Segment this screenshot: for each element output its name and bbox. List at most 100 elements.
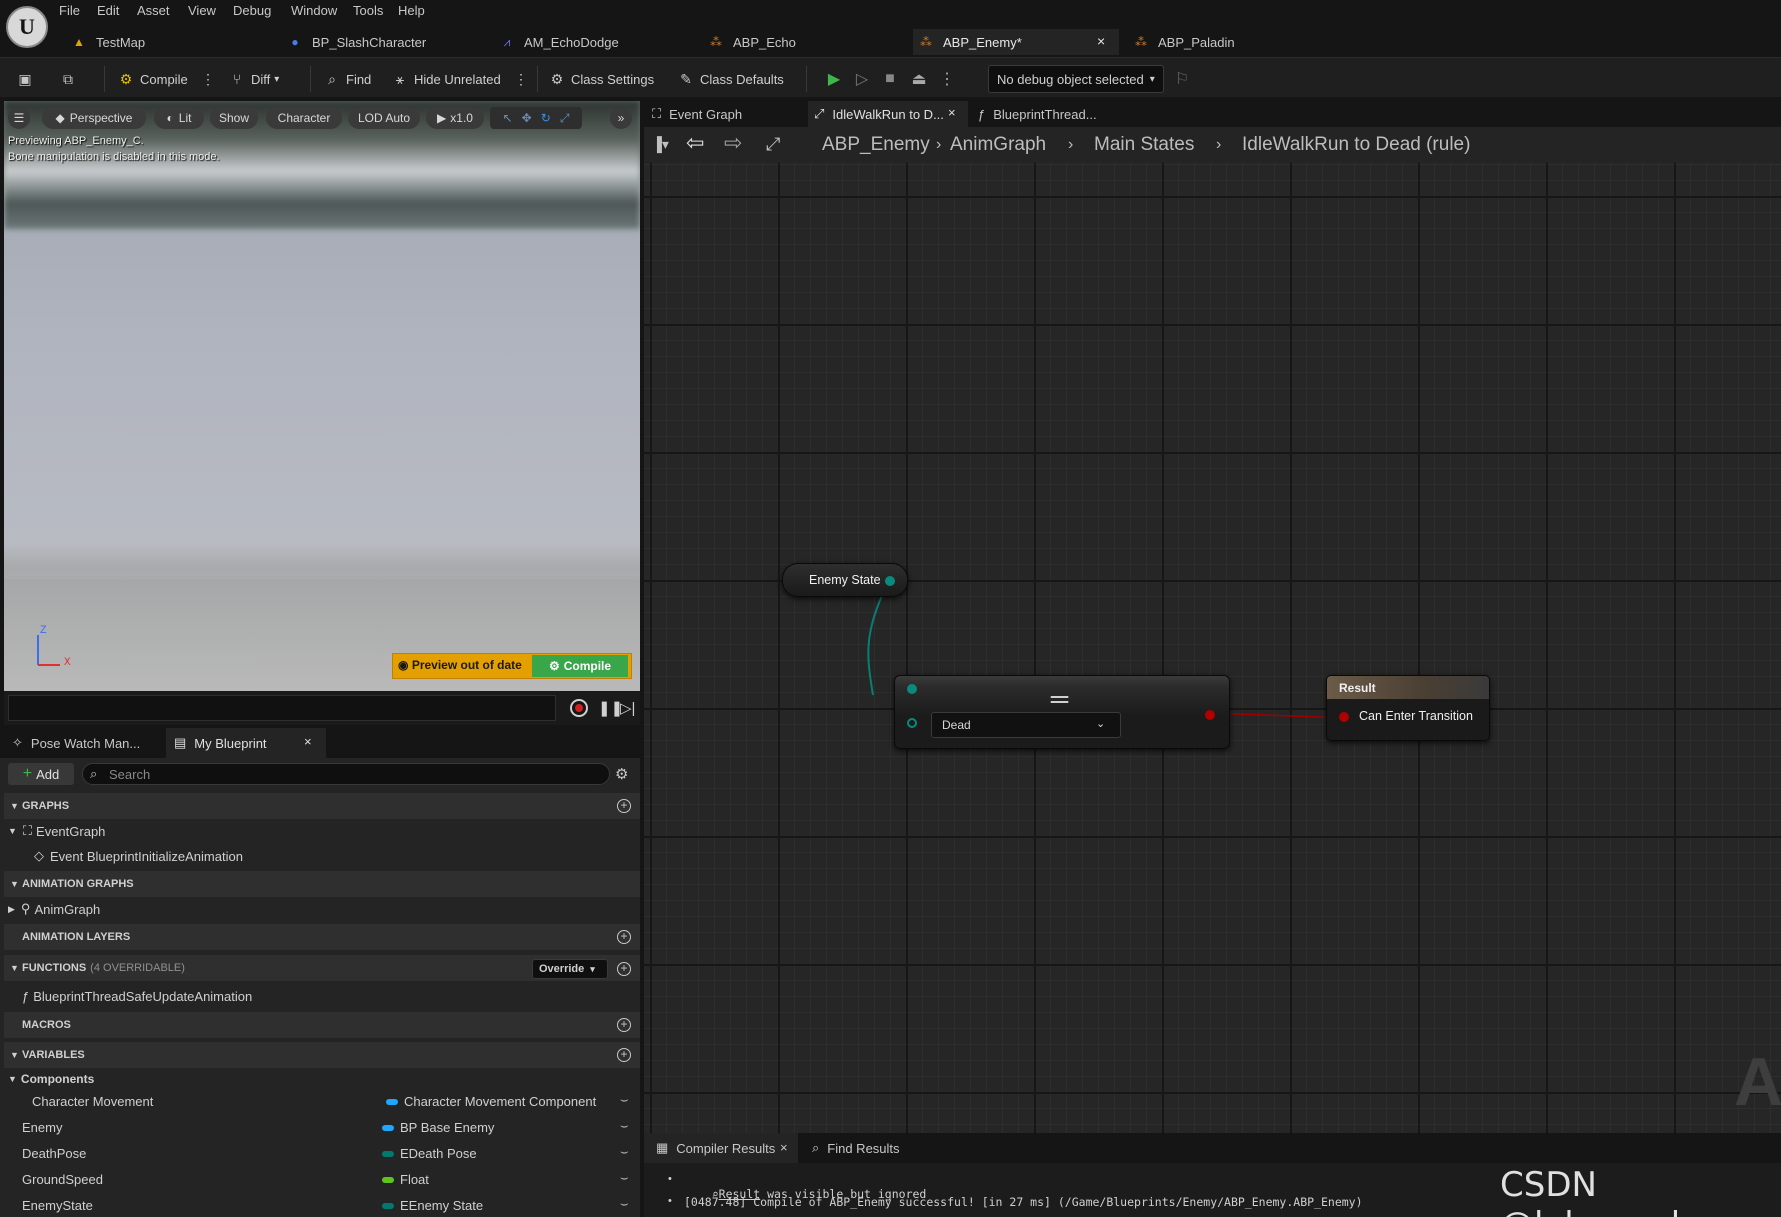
menu-view[interactable]: View <box>188 3 216 23</box>
tab-event-graph[interactable]: ⛶ Event Graph <box>646 101 806 127</box>
tree-item-animgraph[interactable]: ▶ ⚲ AnimGraph <box>8 897 100 921</box>
tree-item-components[interactable]: ▼ Components <box>8 1067 94 1091</box>
transform-tools[interactable]: ↖ ✥ ↻ ⤢ <box>490 107 582 129</box>
tab-blueprint-thread[interactable]: ƒ BlueprintThread... <box>972 101 1132 127</box>
tab-idlewalkrun-rule[interactable]: ⤢ IdleWalkRun to D... × <box>808 101 968 127</box>
tree-item-function[interactable]: ƒ BlueprintThreadSafeUpdateAnimation <box>22 984 252 1008</box>
graph-canvas[interactable]: Enemy State == Dead ⌄ Result Can Enter T… <box>644 163 1781 1133</box>
bool-input-pin-icon[interactable] <box>1339 712 1349 722</box>
playback-speed-button[interactable]: ▶ x1.0 <box>426 107 484 129</box>
compile-button[interactable]: ⚙ Compile <box>117 67 188 91</box>
eye-closed-icon[interactable]: ⌣ <box>620 1118 629 1134</box>
variable-type[interactable]: BP Base Enemy <box>382 1120 494 1135</box>
rotate-icon[interactable]: ↻ <box>541 111 551 125</box>
viewport-compile-button[interactable]: ⚙ Compile <box>532 655 628 677</box>
result-node[interactable]: Result Can Enter Transition <box>1326 675 1490 741</box>
preview-viewport[interactable]: ☰ ◆ Perspective ◐ Lit Show Character LOD A… <box>4 101 640 691</box>
character-button[interactable]: Character <box>266 107 342 129</box>
class-defaults-button[interactable]: ✎ Class Defaults <box>677 67 784 91</box>
tab-abp-enemy[interactable]: ⁂ ABP_Enemy* × <box>913 29 1119 55</box>
gear-icon[interactable]: ⚙ <box>615 765 628 783</box>
record-button[interactable] <box>570 699 588 717</box>
hide-unrelated-options-button[interactable]: ⋮ <box>512 67 535 91</box>
section-animation-layers[interactable]: ANIMATION LAYERS <box>4 924 640 950</box>
play-options-icon[interactable]: ⋮ <box>935 67 959 91</box>
add-variable-icon[interactable]: + <box>617 1048 631 1062</box>
add-macro-icon[interactable]: + <box>617 1018 631 1032</box>
menu-debug[interactable]: Debug <box>233 3 271 23</box>
find-button[interactable]: ⌕ Find <box>323 67 371 91</box>
tab-bp-slashcharacter[interactable]: ● BP_SlashCharacter <box>282 29 488 55</box>
play-icon[interactable]: ▶ <box>822 67 846 91</box>
close-icon[interactable]: × <box>1097 33 1105 49</box>
variable-row[interactable]: Enemy <box>22 1115 62 1139</box>
variable-type[interactable]: Float <box>382 1172 429 1187</box>
enum-input-pin-icon[interactable] <box>907 718 917 728</box>
add-button[interactable]: + Add <box>8 763 74 785</box>
debug-filter-icon[interactable]: ⚐ <box>1170 67 1194 91</box>
timeline-scrubber[interactable] <box>8 695 556 721</box>
section-graphs[interactable]: ▼ GRAPHS <box>4 793 640 819</box>
back-arrow-icon[interactable]: ⇦ <box>686 130 704 156</box>
breadcrumb-item[interactable]: Main States <box>1094 134 1194 156</box>
menu-file[interactable]: File <box>59 3 80 23</box>
stop-icon[interactable]: ■ <box>878 67 902 91</box>
lod-button[interactable]: LOD Auto <box>348 107 420 129</box>
eye-closed-icon[interactable]: ⌣ <box>620 1092 629 1108</box>
browse-button[interactable]: ⧉ <box>59 67 82 91</box>
enum-output-pin-icon[interactable] <box>885 576 895 586</box>
eye-closed-icon[interactable]: ⌣ <box>620 1144 629 1160</box>
equal-enum-node[interactable]: == Dead ⌄ <box>894 675 1230 749</box>
scale-icon[interactable]: ⤢ <box>560 111 570 126</box>
class-settings-button[interactable]: ⚙ Class Settings <box>548 67 654 91</box>
variable-type[interactable]: EDeath Pose <box>382 1146 477 1161</box>
variable-row[interactable]: Character Movement <box>32 1089 153 1113</box>
forward-arrow-icon[interactable]: ⇨ <box>724 130 742 156</box>
hide-unrelated-button[interactable]: ⚹ Hide Unrelated <box>391 67 501 91</box>
tab-am-echododge[interactable]: ⩘ AM_EchoDodge <box>494 29 700 55</box>
tab-testmap[interactable]: ▲ TestMap <box>66 29 276 55</box>
breadcrumb-item[interactable]: AnimGraph <box>950 134 1046 156</box>
section-animation-graphs[interactable]: ▼ ANIMATION GRAPHS <box>4 871 640 897</box>
add-graph-icon[interactable]: + <box>617 799 631 813</box>
add-layer-icon[interactable]: + <box>617 930 631 944</box>
enum-input-pin-icon[interactable] <box>907 684 917 694</box>
add-function-icon[interactable]: + <box>617 962 631 976</box>
menu-tools[interactable]: Tools <box>353 3 383 23</box>
enum-value-dropdown[interactable]: Dead ⌄ <box>931 712 1121 738</box>
variable-row[interactable]: GroundSpeed <box>22 1167 103 1191</box>
select-icon[interactable]: ↖ <box>503 111 513 125</box>
section-macros[interactable]: MACROS <box>4 1012 640 1038</box>
perspective-button[interactable]: ◆ Perspective <box>42 107 146 129</box>
tree-item-event-init[interactable]: ◇ Event BlueprintInitializeAnimation <box>34 844 243 868</box>
step-forward-icon[interactable]: ▷| <box>620 699 635 717</box>
eject-icon[interactable]: ⏏ <box>907 67 931 91</box>
tab-compiler-results[interactable]: ▦ Compiler Results × <box>648 1133 798 1163</box>
show-button[interactable]: Show <box>210 107 258 129</box>
close-icon[interactable]: × <box>948 105 956 120</box>
eye-closed-icon[interactable]: ⌣ <box>620 1196 629 1212</box>
bool-output-pin-icon[interactable] <box>1205 710 1215 720</box>
section-variables[interactable]: ▼ VARIABLES <box>4 1042 640 1068</box>
tree-item-eventgraph[interactable]: ▼ ⛶ EventGraph <box>8 819 105 843</box>
eye-closed-icon[interactable]: ⌣ <box>620 1170 629 1186</box>
close-icon[interactable]: × <box>780 1140 788 1155</box>
tab-pose-watch[interactable]: ✧ Pose Watch Man... <box>4 728 164 758</box>
variable-row[interactable]: EnemyState <box>22 1193 93 1217</box>
save-button[interactable]: ▣ <box>16 67 39 91</box>
menu-window[interactable]: Window <box>291 3 337 23</box>
move-icon[interactable]: ✥ <box>522 111 532 125</box>
override-dropdown[interactable]: Override ▾ <box>532 959 608 979</box>
tab-abp-paladin[interactable]: ⁂ ABP_Paladin <box>1128 29 1328 55</box>
compile-options-button[interactable]: ⋮ <box>199 67 222 91</box>
search-input[interactable]: ⌕ Search <box>82 763 610 785</box>
debug-object-select[interactable]: No debug object selected ▾ <box>988 65 1164 93</box>
variable-type[interactable]: EEnemy State <box>382 1198 483 1213</box>
expand-icon[interactable]: » <box>610 107 632 129</box>
menu-asset[interactable]: Asset <box>137 3 170 23</box>
breadcrumb-item[interactable]: ABP_Enemy <box>822 134 930 156</box>
menu-edit[interactable]: Edit <box>97 3 119 23</box>
variable-type[interactable]: Character Movement Component <box>386 1094 596 1109</box>
tab-abp-echo[interactable]: ⁂ ABP_Echo <box>703 29 909 55</box>
menu-help[interactable]: Help <box>398 3 425 23</box>
